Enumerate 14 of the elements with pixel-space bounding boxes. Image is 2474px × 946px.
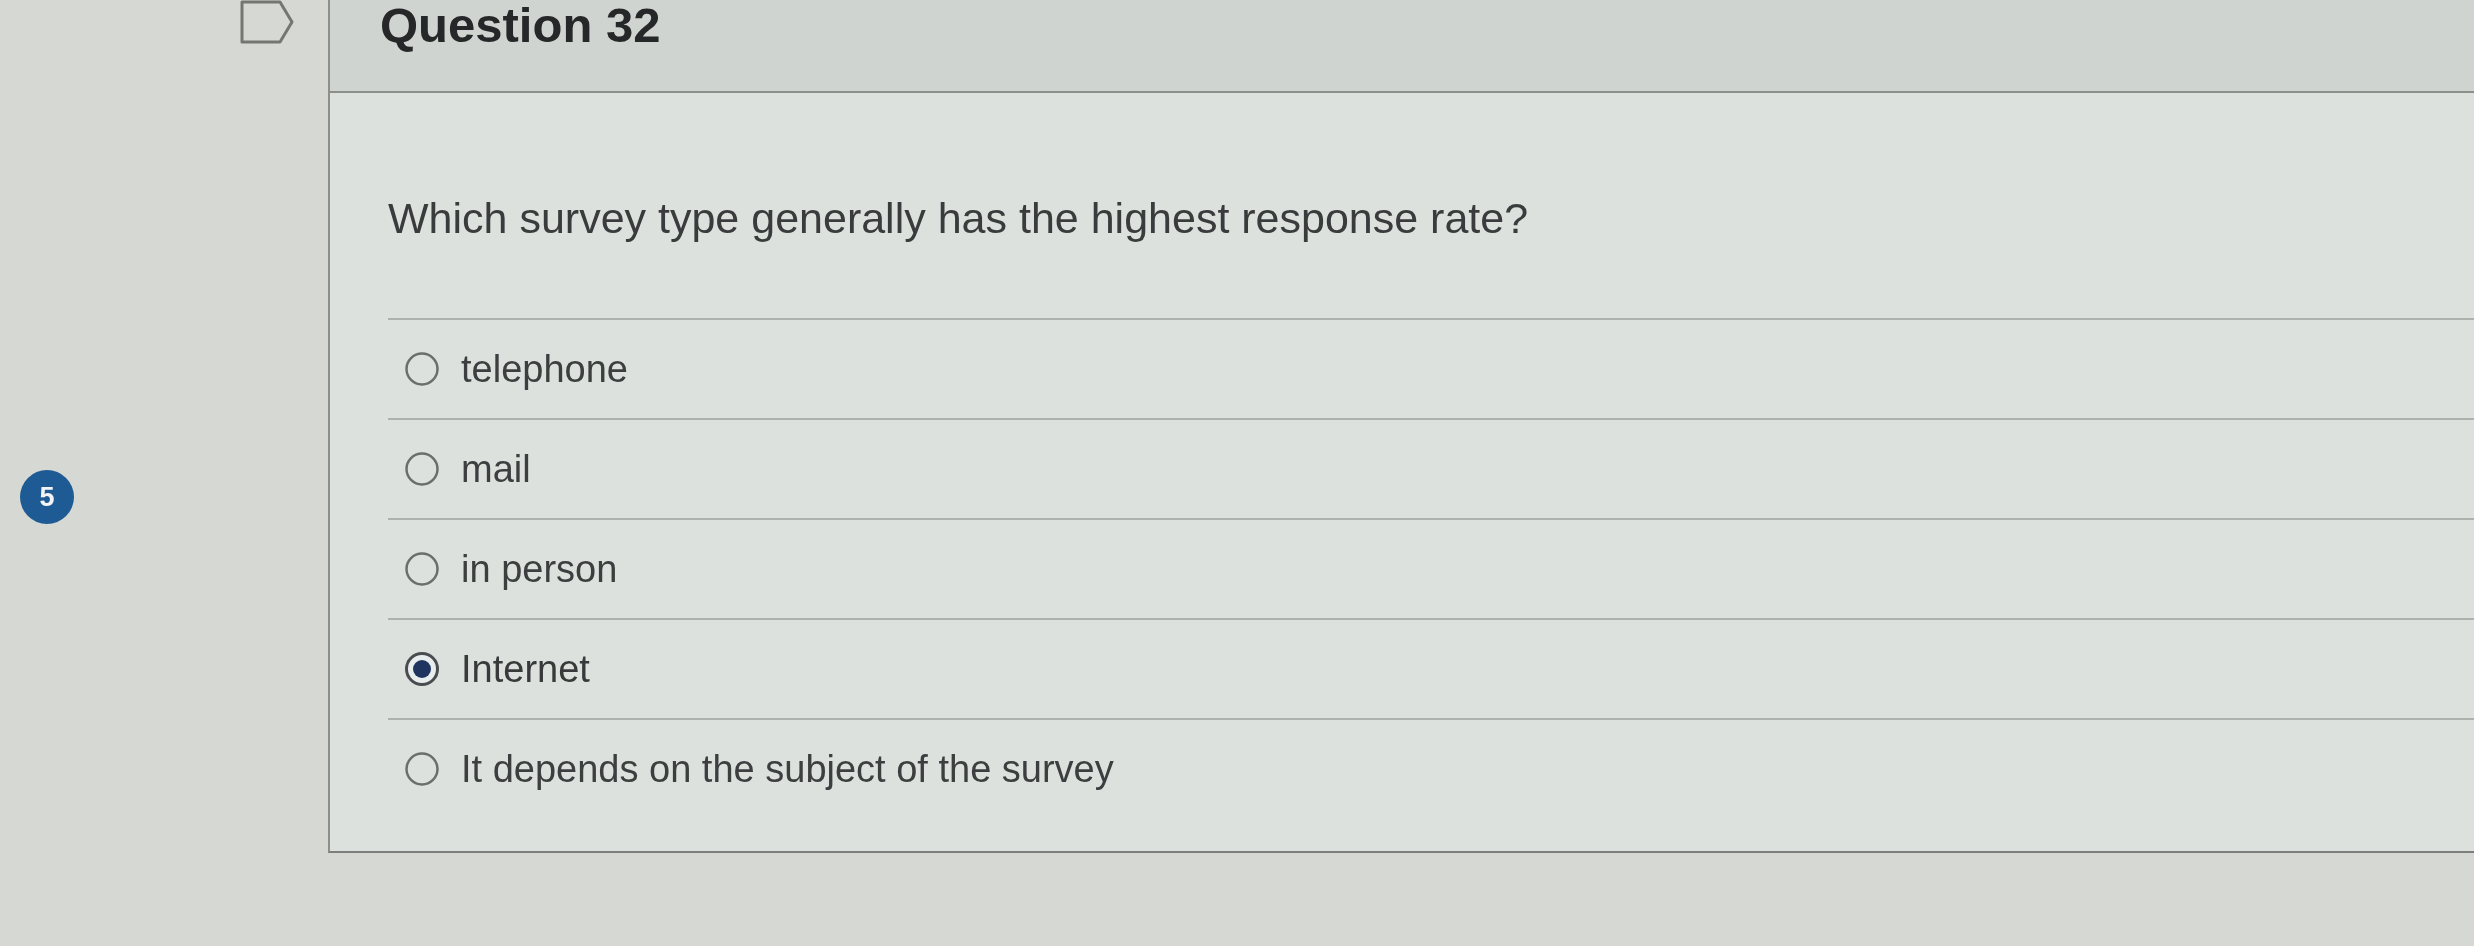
option-label[interactable]: in person: [461, 546, 618, 592]
number-badge: 5: [20, 470, 74, 524]
radio-button[interactable]: [405, 452, 439, 486]
flag-icon[interactable]: [240, 0, 294, 44]
radio-button[interactable]: [405, 552, 439, 586]
option-label[interactable]: mail: [461, 446, 531, 492]
option-label[interactable]: telephone: [461, 346, 628, 392]
radio-button[interactable]: [405, 752, 439, 786]
option-label[interactable]: It depends on the subject of the survey: [461, 746, 1114, 792]
question-text: Which survey type generally has the highest response rate?: [388, 193, 1530, 243]
question-title: Question 32: [380, 0, 662, 50]
option-label[interactable]: Internet: [461, 646, 590, 692]
radio-button[interactable]: [405, 652, 439, 686]
radio-button[interactable]: [405, 352, 439, 386]
